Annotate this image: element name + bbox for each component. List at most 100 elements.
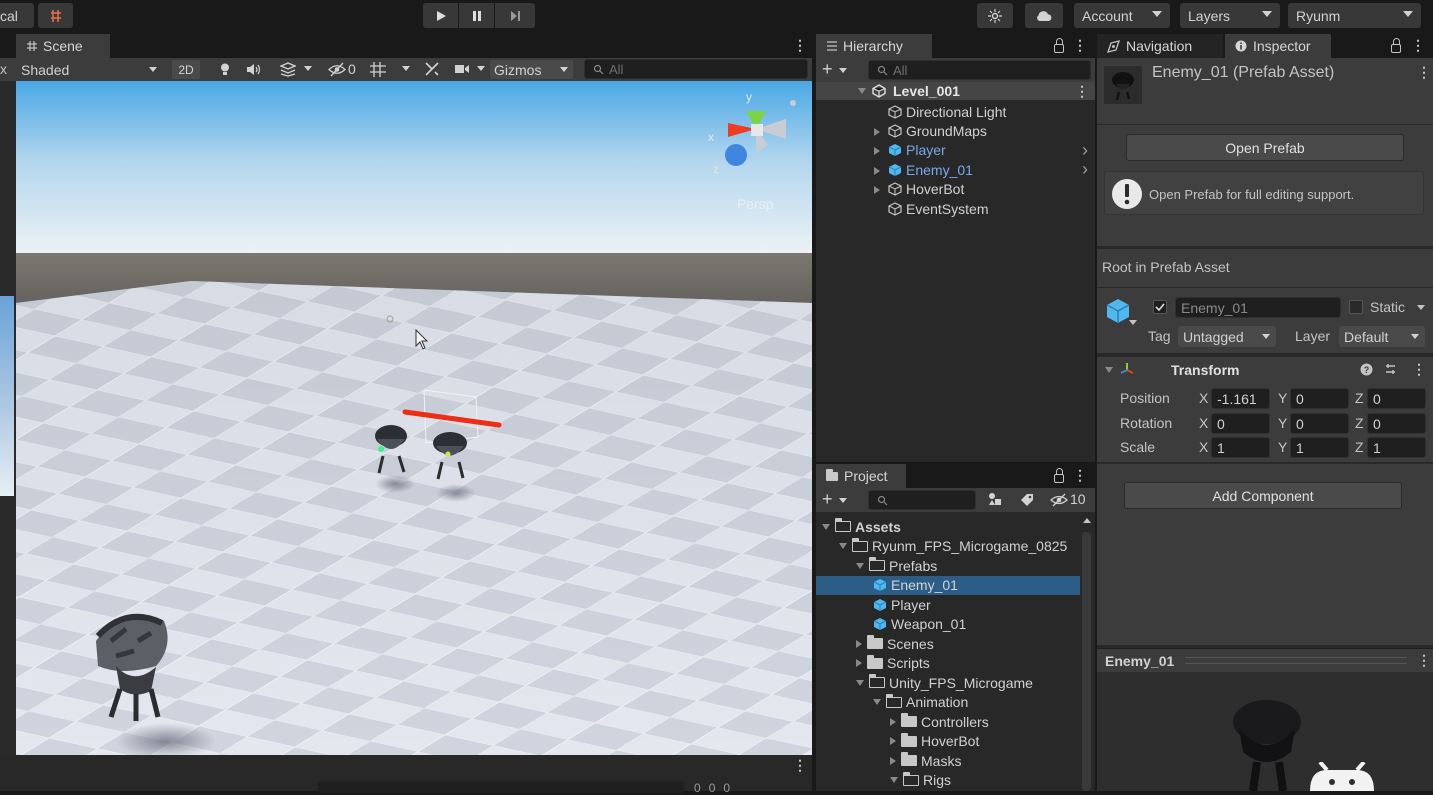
camera-icon[interactable] (454, 63, 470, 75)
expand-arrow-icon[interactable] (873, 699, 881, 705)
hierarchy-item[interactable]: EventSystem (816, 199, 1095, 218)
project-item[interactable]: Animation (816, 693, 1080, 712)
projection-label[interactable]: Persp (737, 196, 774, 212)
chevron-down-icon[interactable] (839, 498, 847, 503)
expand-arrow-icon[interactable] (874, 166, 880, 175)
expand-arrow-icon[interactable] (890, 777, 898, 783)
position-x-field[interactable]: -1.161 (1211, 388, 1270, 409)
services-button[interactable] (977, 3, 1013, 28)
hidden-packages-icon[interactable] (1050, 493, 1068, 507)
project-item[interactable]: Enemy_01 (816, 575, 1080, 595)
chevron-down-icon[interactable] (839, 68, 847, 73)
hierarchy-root-row[interactable]: Level_001 ⋮ (816, 82, 1095, 100)
lock-icon[interactable] (1054, 38, 1064, 53)
project-item[interactable]: Unity_FPS_Microgame (816, 673, 1080, 692)
scale-y-field[interactable]: 1 (1290, 437, 1349, 458)
grid-snapping-icon[interactable] (369, 61, 387, 78)
tab-inspector[interactable]: Inspector (1225, 34, 1331, 58)
expand-arrow-icon[interactable] (856, 679, 864, 686)
console-search-input[interactable] (318, 781, 684, 793)
filter-type-icon[interactable] (988, 492, 1002, 507)
console-menu-icon[interactable]: ⋮ (793, 757, 807, 774)
step-button[interactable] (495, 3, 535, 28)
position-z-field[interactable]: 0 (1367, 388, 1426, 409)
layout-dropdown[interactable]: Ryunm (1288, 3, 1421, 28)
position-y-field[interactable]: 0 (1290, 388, 1349, 409)
scroll-up-icon[interactable] (1083, 518, 1091, 523)
chevron-down-icon[interactable] (1129, 320, 1137, 325)
preview-drag-handle[interactable] (1185, 657, 1407, 664)
expand-arrow-icon[interactable] (822, 523, 830, 530)
chevron-down-icon[interactable] (477, 66, 485, 71)
rotation-y-field[interactable]: 0 (1290, 413, 1349, 434)
project-item[interactable]: Player (816, 595, 1080, 614)
preset-icon[interactable] (1384, 363, 1397, 376)
tab-navigation[interactable]: Navigation (1097, 34, 1223, 58)
help-icon[interactable]: ? (1360, 363, 1373, 376)
hierarchy-item[interactable]: Enemy_01 › (816, 159, 1095, 180)
static-checkbox[interactable] (1349, 300, 1363, 314)
expand-arrow-icon[interactable] (856, 659, 862, 667)
local-toggle[interactable]: cal (0, 3, 34, 28)
expand-arrow-icon[interactable] (874, 127, 880, 136)
tag-dropdown[interactable]: Untagged (1178, 326, 1276, 347)
label-tag-icon[interactable] (1020, 493, 1034, 507)
gizmos-dropdown[interactable]: Gizmos (490, 60, 573, 79)
chevron-down-icon[interactable] (304, 66, 312, 71)
hierarchy-search-input[interactable]: All (868, 60, 1091, 80)
project-search-input[interactable] (868, 490, 976, 510)
create-asset-icon[interactable]: + (822, 489, 833, 510)
add-object-icon[interactable]: + (822, 59, 833, 80)
project-item[interactable]: Scenes (816, 634, 1080, 653)
rotation-z-field[interactable]: 0 (1367, 413, 1426, 434)
expand-arrow-icon[interactable] (874, 186, 880, 195)
project-item[interactable]: Scripts (816, 654, 1080, 673)
audio-icon[interactable] (246, 63, 262, 76)
cloud-button[interactable] (1025, 3, 1063, 28)
layers-dropdown[interactable]: Layers (1180, 3, 1280, 28)
open-prefab-button[interactable]: Open Prefab (1126, 134, 1404, 161)
shading-mode-dropdown[interactable]: Shaded (16, 59, 163, 80)
project-item[interactable]: Masks (816, 751, 1080, 770)
tab-project[interactable]: Project (816, 464, 906, 488)
expand-arrow-icon[interactable] (890, 717, 896, 726)
header-menu-icon[interactable]: ⋮ (1417, 64, 1431, 81)
chevron-right-icon[interactable]: › (1082, 159, 1088, 180)
add-component-button[interactable]: Add Component (1124, 482, 1402, 509)
scene-search-input[interactable]: All (584, 59, 808, 79)
hierarchy-item[interactable]: Directional Light (816, 102, 1095, 121)
project-item[interactable]: Ryunm_FPS_Microgame_0825 (816, 537, 1080, 556)
project-item[interactable]: Rigs (816, 771, 1080, 790)
hidden-objects-icon[interactable] (328, 62, 346, 77)
expand-arrow-icon[interactable] (874, 147, 880, 156)
hierarchy-item[interactable]: Player › (816, 140, 1095, 161)
expand-arrow-icon[interactable] (890, 737, 896, 745)
project-item[interactable]: Assets (816, 517, 1080, 536)
2d-toggle[interactable]: 2D (172, 60, 200, 79)
transform-menu-icon[interactable]: ⋮ (1412, 361, 1426, 378)
project-scrollbar[interactable] (1082, 532, 1091, 791)
expand-arrow-icon[interactable] (858, 88, 866, 94)
scene-menu-icon[interactable]: ⋮ (793, 37, 807, 54)
scale-z-field[interactable]: 1 (1367, 437, 1426, 458)
account-dropdown[interactable]: Account (1074, 3, 1170, 28)
chevron-right-icon[interactable]: › (1082, 140, 1088, 161)
chevron-down-icon[interactable] (1417, 305, 1425, 310)
active-checkbox[interactable] (1153, 300, 1167, 314)
project-item[interactable]: Prefabs (816, 556, 1080, 575)
static-label[interactable]: Static (1370, 299, 1405, 315)
tools-icon[interactable] (424, 61, 440, 77)
inspector-menu-icon[interactable]: ⋮ (1411, 37, 1425, 54)
root-menu-icon[interactable]: ⋮ (1075, 83, 1089, 100)
lock-icon[interactable] (1391, 38, 1401, 53)
scale-x-field[interactable]: 1 (1211, 437, 1270, 458)
tab-hierarchy[interactable]: Hierarchy (816, 34, 932, 58)
hierarchy-item[interactable]: GroundMaps (816, 121, 1095, 140)
grid-snap-button[interactable] (38, 3, 73, 28)
chevron-down-icon[interactable] (402, 66, 410, 71)
preview-area[interactable] (1097, 672, 1433, 791)
prefab-cube-icon[interactable] (1104, 297, 1132, 325)
expand-arrow-icon[interactable] (856, 562, 864, 569)
collapse-arrow-icon[interactable] (1105, 367, 1113, 373)
scene-viewport[interactable]: y x z Persp (16, 81, 812, 755)
